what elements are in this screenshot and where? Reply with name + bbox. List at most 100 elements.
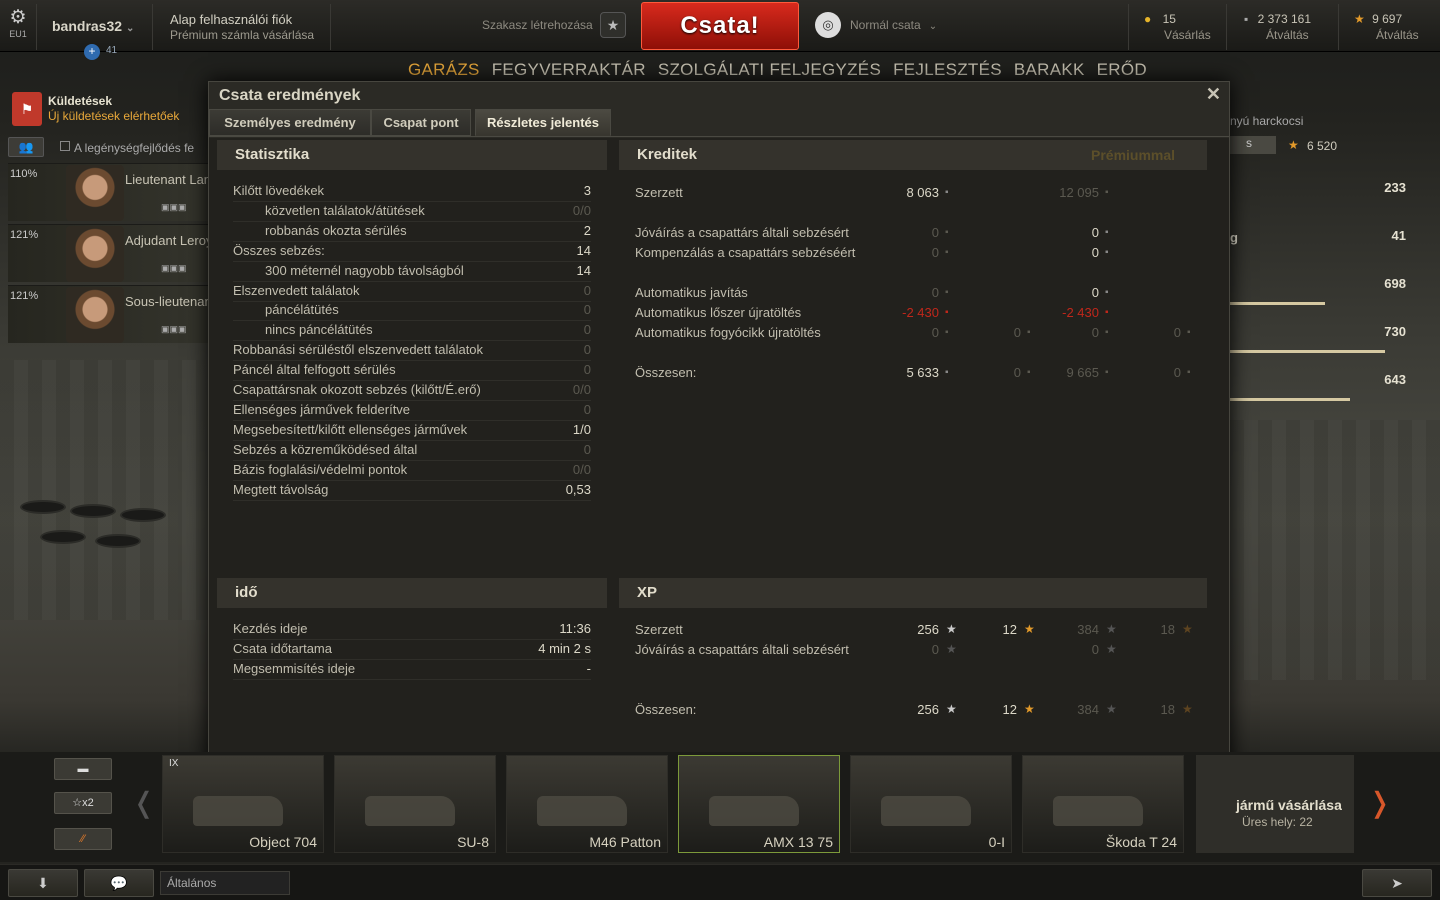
- nav-barracks[interactable]: BARAKK: [1014, 60, 1085, 79]
- xp-label: Összesen:: [635, 702, 697, 717]
- stat-label: közvetlen találatok/átütések: [265, 202, 425, 218]
- tank-card[interactable]: 0-I: [850, 755, 1012, 853]
- tank-icon[interactable]: ▬: [54, 758, 112, 780]
- double-xp-filter[interactable]: ☆x2: [54, 792, 112, 814]
- freexp-exchange-link[interactable]: Átváltás: [1376, 28, 1434, 42]
- stat-label: páncélátütés: [265, 302, 339, 318]
- tank-card[interactable]: IX Object 704: [162, 755, 324, 853]
- nav-garage[interactable]: GARÁZS: [408, 60, 480, 79]
- stat-value: 3: [583, 183, 591, 198]
- time-label: Csata időtartama: [233, 641, 332, 656]
- credits-value: 0: [1091, 285, 1099, 300]
- chevron-down-icon: ⌄: [126, 23, 135, 34]
- close-icon[interactable]: ✕: [1206, 84, 1221, 105]
- credits-balance[interactable]: ▪ 2 373 161 Átváltás: [1244, 12, 1320, 42]
- xp-value: 12: [1002, 702, 1017, 717]
- chat-bubble-icon[interactable]: 💬: [84, 869, 154, 897]
- stat-row: Összes sebzés: 14: [233, 243, 591, 258]
- battle-results-dialog: Csata eredmények ✕ Személyes eredmény Cs…: [208, 81, 1230, 814]
- settings-gear-icon[interactable]: ⚙ EU1: [6, 8, 30, 48]
- platoon-star-icon[interactable]: ★: [600, 12, 626, 38]
- tab-detailed-report[interactable]: Részletes jelentés: [475, 109, 611, 136]
- accelerate-crew-checkbox[interactable]: [60, 141, 70, 151]
- nav-service-record[interactable]: SZOLGÁLATI FELJEGYZÉS: [658, 60, 881, 79]
- battle-mode-dropdown[interactable]: Normál csata ⌄: [850, 18, 937, 32]
- research-button[interactable]: s: [1230, 136, 1276, 154]
- tab-personal[interactable]: Személyes eredmény: [209, 109, 371, 136]
- xp-value: 18: [1160, 622, 1175, 637]
- stat-label: Megtett távolság: [233, 481, 329, 497]
- battle-mode-icon[interactable]: ◎: [815, 12, 841, 38]
- tank-card[interactable]: M46 Patton: [506, 755, 668, 853]
- stat-value: 0/0: [572, 382, 591, 397]
- quest-flag-icon: ⚑: [12, 92, 42, 126]
- credits-value: 0: [931, 285, 939, 300]
- stat-row: Megtett távolság 0,53: [233, 482, 591, 497]
- gold-balance[interactable]: ● 15 Vásárlás: [1144, 12, 1211, 42]
- row-divider: [233, 439, 591, 441]
- crew-skill-icons: ▣▣▣: [161, 202, 187, 212]
- buy-vehicle-slot[interactable]: jármű vásárlása Üres hely: 22: [1196, 755, 1354, 853]
- username: bandras32: [52, 18, 123, 34]
- battle-button[interactable]: Csata!: [641, 2, 799, 50]
- crew-member[interactable]: 121% Adjudant Leroy ▣▣▣: [8, 224, 212, 282]
- stat-value: 0,53: [565, 481, 591, 497]
- freexp-balance[interactable]: ★ 9 697 Átváltás: [1354, 12, 1434, 42]
- param-bar: [1230, 302, 1325, 305]
- credits-value: -2 430: [1062, 305, 1099, 320]
- nav-stronghold[interactable]: ERŐD: [1097, 60, 1147, 79]
- stat-row: Robbanási sérüléstől elszenvedett talála…: [233, 342, 591, 357]
- credits-value: 0: [1091, 325, 1099, 340]
- credits-value: 0: [1173, 325, 1181, 340]
- stripe-icon[interactable]: ⁄⁄: [54, 828, 112, 850]
- stat-label: Megsebesített/kilőtt ellenséges járművek: [233, 421, 468, 437]
- vehicle-xp-value: 6 520: [1307, 139, 1338, 153]
- row-divider: [233, 479, 591, 481]
- chat-channel-input[interactable]: Általános: [160, 871, 290, 895]
- quests-panel[interactable]: ⚑ Küldetések Új küldetések elérhetőek: [8, 92, 208, 130]
- credits-icon: ▪: [1105, 227, 1109, 238]
- notifications-icon[interactable]: ➤: [1362, 869, 1432, 897]
- plus-icon: +: [84, 44, 100, 60]
- credits-header: Kreditek Prémiummal: [619, 140, 1207, 170]
- credits-value: 0: [1013, 365, 1021, 380]
- nav-depot[interactable]: FEGYVERRAKTÁR: [492, 60, 646, 79]
- stat-value: 14: [576, 242, 591, 258]
- tank-card[interactable]: AMX 13 75: [678, 755, 840, 853]
- row-divider: [233, 499, 591, 501]
- credits-value: 0: [931, 225, 939, 240]
- username-dropdown[interactable]: bandras32 ⌄: [52, 18, 134, 34]
- stat-label: nincs páncélátütés: [265, 322, 373, 338]
- stat-value: 0: [583, 362, 591, 378]
- tank-card[interactable]: Škoda T 24: [1022, 755, 1184, 853]
- crew-group-button[interactable]: 👥: [8, 137, 44, 157]
- time-row: Csata időtartama 4 min 2 s: [233, 641, 591, 656]
- stat-row: 300 méternél nagyobb távolságból 14: [265, 263, 591, 278]
- credits-exchange-link[interactable]: Átváltás: [1266, 28, 1320, 42]
- crew-member[interactable]: 121% Sous-lieutenan ▣▣▣: [8, 285, 212, 343]
- tab-team[interactable]: Csapat pont: [371, 109, 471, 136]
- crew-skill-icons: ▣▣▣: [161, 263, 187, 273]
- contacts-user-icon[interactable]: ⬇: [8, 869, 78, 897]
- tank-card[interactable]: SU-8: [334, 755, 496, 853]
- crew-portrait: [66, 287, 124, 343]
- time-value: -: [586, 661, 591, 676]
- free-xp-star-icon: ★: [1182, 702, 1193, 716]
- carousel-left-arrow-icon[interactable]: ❬: [132, 786, 155, 819]
- carousel-right-arrow-icon[interactable]: ❭: [1368, 786, 1391, 819]
- gold-buy-link[interactable]: Vásárlás: [1164, 28, 1211, 42]
- stat-value: 0/0: [572, 461, 591, 477]
- tank-silhouette-icon: [365, 796, 455, 826]
- nav-research[interactable]: FEJLESZTÉS: [893, 60, 1002, 79]
- create-platoon-label[interactable]: Szakasz létrehozása: [482, 18, 593, 32]
- credits-label: Összesen:: [635, 365, 697, 380]
- premium-purchase-link[interactable]: Prémium számla vásárlása: [170, 28, 314, 42]
- quests-title: Küldetések: [48, 94, 113, 108]
- crew-member[interactable]: 110% Lieutenant Lan ▣▣▣: [8, 163, 211, 221]
- tank-silhouette-icon: [1053, 796, 1143, 826]
- crew-toolbar: 👥 A legénységfejlődés fe: [8, 137, 208, 159]
- credits-icon: ▪: [945, 227, 949, 238]
- xp-row: Összesen: 256 ★ 12 ★ 384 ★ 18 ★: [635, 702, 1195, 717]
- stat-row: Elszenvedett találatok 0: [233, 283, 591, 298]
- stat-value: 0/0: [572, 202, 591, 218]
